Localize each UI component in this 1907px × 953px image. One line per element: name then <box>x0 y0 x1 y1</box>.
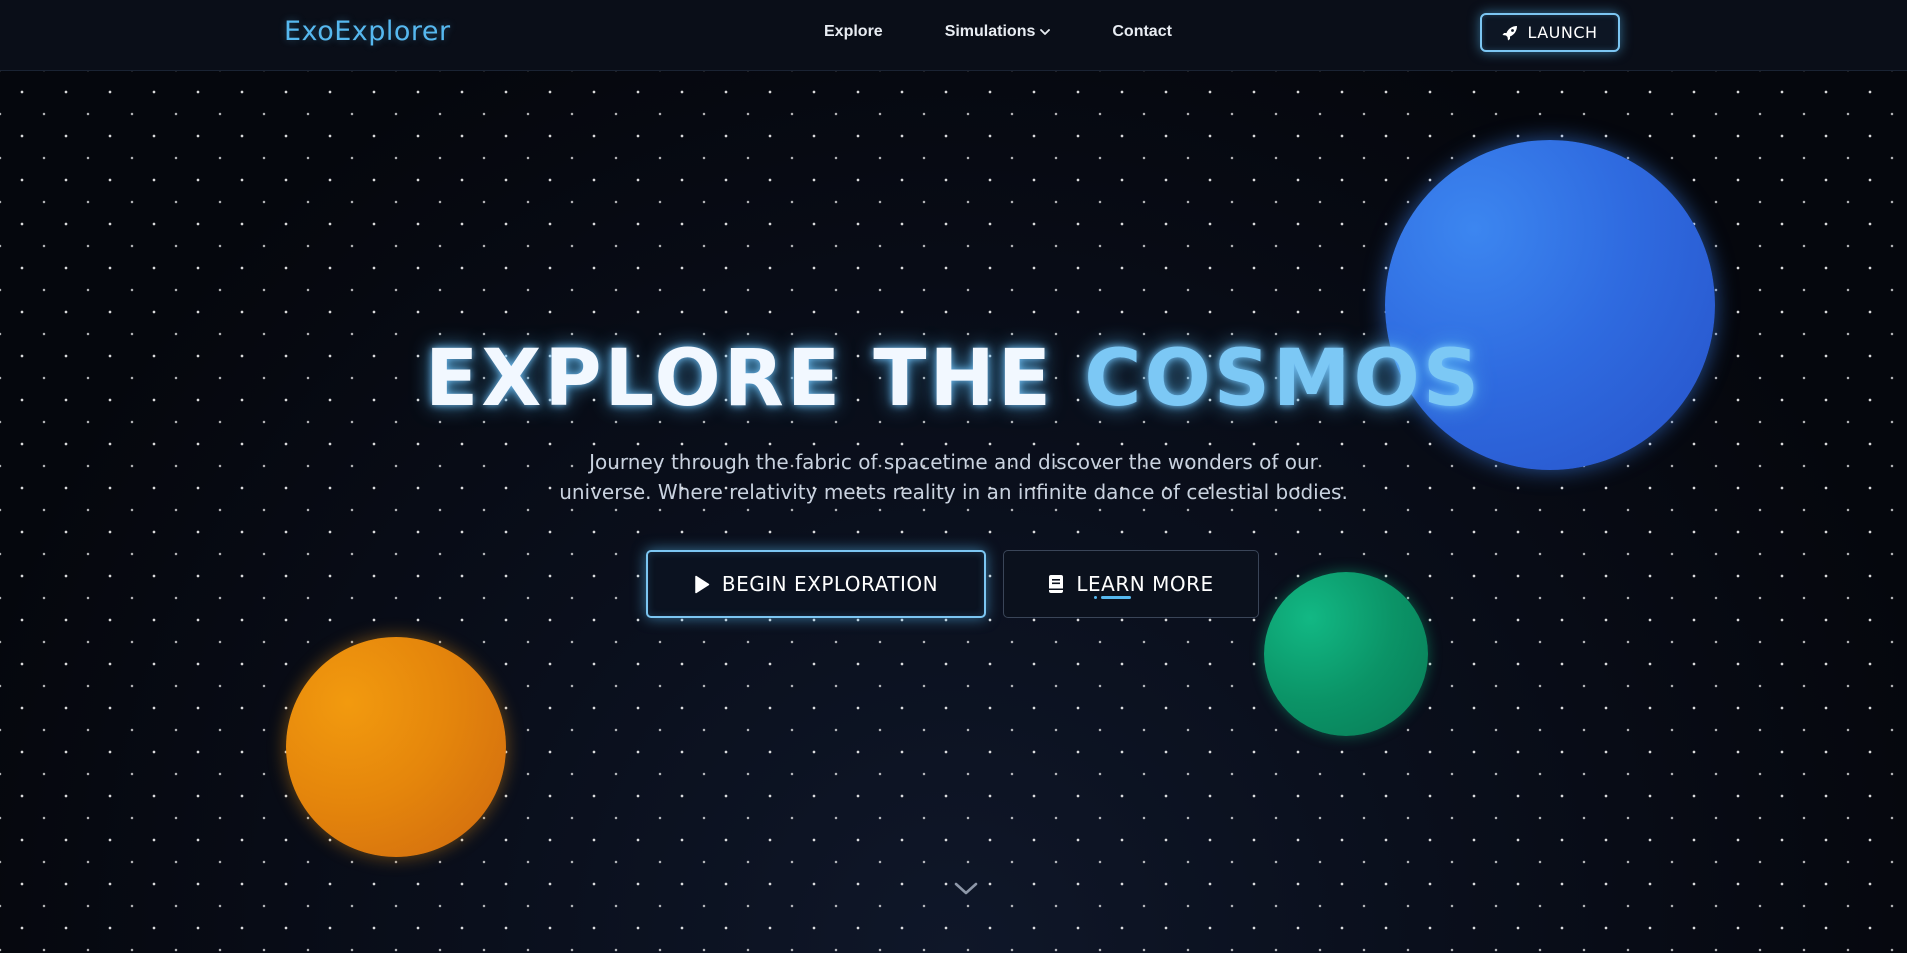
book-icon <box>1049 575 1064 593</box>
play-icon <box>695 575 710 593</box>
nav-simulations-label: Simulations <box>944 23 1036 40</box>
brand-logo[interactable]: ExoExplorer <box>284 16 451 47</box>
nav-explore-label: Explore <box>824 23 883 40</box>
rocket-icon <box>1502 25 1518 40</box>
hero-subtitle-line1: Journey through the fabric of spacetime … <box>589 450 1318 474</box>
learn-more-label: LEARN MORE <box>1076 572 1214 596</box>
green-planet <box>1264 572 1428 736</box>
launch-label: LAUNCH <box>1527 23 1598 42</box>
landing-page: ExoExplorer Explore Simulations Contact … <box>0 0 1907 953</box>
nav-simulations-dropdown[interactable]: Simulations <box>945 23 1051 41</box>
hero-title-part1: EXPLORE THE <box>424 334 1085 424</box>
scroll-down-chevron-icon[interactable] <box>953 881 979 897</box>
navbar: ExoExplorer Explore Simulations Contact … <box>0 0 1907 71</box>
hero-subtitle: Journey through the fabric of spacetime … <box>0 447 1907 507</box>
nav-contact[interactable]: Contact <box>1112 23 1172 41</box>
hero-title-highlight: COSMOS <box>1084 334 1483 424</box>
chevron-down-icon <box>1040 29 1051 35</box>
learn-more-button[interactable]: LEARN MORE <box>1003 550 1259 618</box>
nav-explore[interactable]: Explore <box>824 23 883 41</box>
orange-planet <box>286 637 506 857</box>
accent-underline <box>1094 596 1131 599</box>
begin-exploration-label: BEGIN EXPLORATION <box>721 572 939 596</box>
hero-subtitle-line2: universe. Where relativity meets reality… <box>559 480 1348 504</box>
nav-links: Explore Simulations Contact <box>824 23 1234 41</box>
hero-title: EXPLORE THE COSMOS <box>0 334 1907 424</box>
nav-contact-label: Contact <box>1112 23 1172 40</box>
begin-exploration-button[interactable]: BEGIN EXPLORATION <box>646 550 986 618</box>
launch-button[interactable]: LAUNCH <box>1480 13 1620 52</box>
